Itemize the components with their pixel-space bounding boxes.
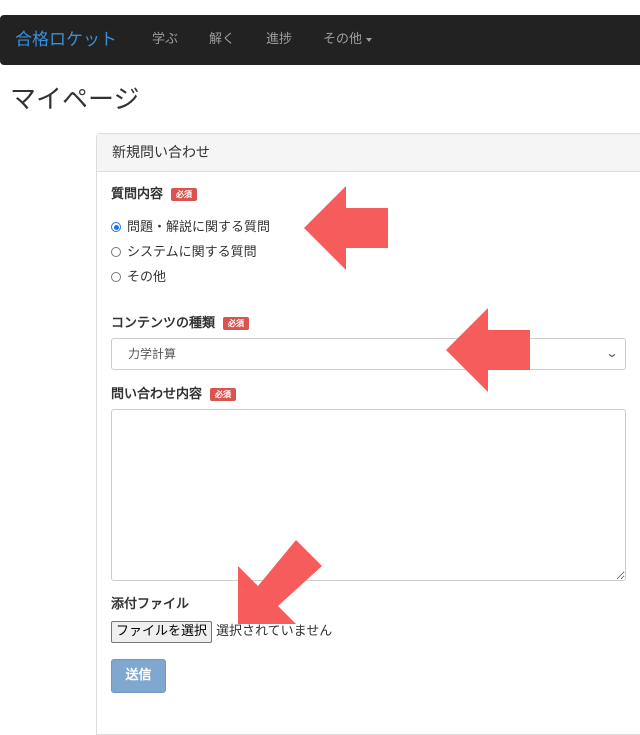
content-type-label: コンテンツの種類 必須 — [111, 315, 250, 333]
arrow-icon — [238, 540, 322, 624]
attachment-label: 添付ファイル — [111, 596, 189, 614]
nav-solve[interactable]: 解く — [209, 15, 235, 65]
required-badge: 必須 — [171, 188, 198, 201]
required-badge: 必須 — [223, 317, 250, 330]
radio-option-system[interactable]: システムに関する質問 — [111, 244, 257, 262]
radio-option-other[interactable]: その他 — [111, 269, 166, 287]
top-navbar: 合格ロケット 学ぶ 解く 進捗 その他 — [0, 15, 640, 65]
brand-link[interactable]: 合格ロケット — [15, 15, 117, 65]
nav-learn[interactable]: 学ぶ — [152, 15, 178, 65]
panel-heading: 新規問い合わせ — [97, 134, 640, 172]
attachment-label-text: 添付ファイル — [111, 597, 190, 612]
content-type-label-text: コンテンツの種類 — [111, 316, 216, 331]
submit-button[interactable]: 送信 — [111, 659, 166, 693]
radio-unchecked-icon[interactable] — [111, 272, 121, 282]
nav-progress[interactable]: 進捗 — [266, 15, 292, 65]
caret-down-icon — [366, 37, 373, 42]
content-type-selected-value: 力学計算 — [128, 347, 177, 361]
content-type-select[interactable]: 力学計算 ⌄ — [111, 338, 626, 370]
radio-unchecked-icon[interactable] — [111, 247, 121, 257]
panel-heading-title: 新規問い合わせ — [112, 145, 210, 161]
question-type-label-text: 質問内容 — [111, 187, 164, 202]
radio-option-label: システムに関する質問 — [127, 245, 257, 260]
chevron-down-icon: ⌄ — [605, 346, 619, 360]
radio-option-label: 問題・解説に関する質問 — [127, 220, 271, 235]
nav-other-label: その他 — [323, 32, 363, 47]
required-badge: 必須 — [210, 388, 237, 401]
arrow-icon — [304, 186, 388, 270]
inquiry-content-textarea[interactable] — [111, 409, 626, 581]
inquiry-content-label: 問い合わせ内容 必須 — [111, 386, 237, 404]
page-title: マイページ — [10, 85, 140, 115]
inquiry-content-label-text: 問い合わせ内容 — [111, 387, 203, 402]
radio-option-label: その他 — [127, 270, 167, 285]
arrow-icon — [446, 308, 530, 392]
nav-other-dropdown[interactable]: その他 — [323, 15, 373, 65]
radio-checked-icon[interactable] — [111, 222, 121, 232]
question-type-label: 質問内容 必須 — [111, 186, 198, 204]
radio-option-problem[interactable]: 問題・解説に関する質問 — [111, 219, 270, 237]
choose-file-button[interactable]: ファイルを選択 — [111, 621, 213, 643]
